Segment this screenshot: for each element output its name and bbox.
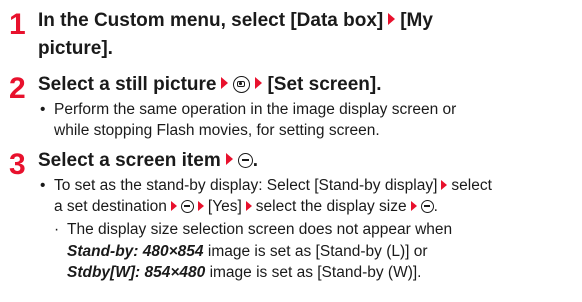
bullet-text: . xyxy=(433,198,438,215)
center-key-icon xyxy=(420,200,434,213)
bullet-mark: • xyxy=(40,101,46,118)
arrow-right-icon xyxy=(197,201,204,211)
center-key-icon xyxy=(237,153,253,168)
arrow-right-icon xyxy=(225,153,233,165)
step-number: 1 xyxy=(9,8,26,41)
bullet-item: • Perform the same operation in the imag… xyxy=(40,99,457,120)
step-title: Select a screen item. xyxy=(38,148,258,173)
bullet-text: select the display size xyxy=(255,198,407,215)
step-title: In the Custom menu, select [Data box] [My xyxy=(38,8,433,33)
sub-bullet-text: image is set as [Stand-by (W)]. xyxy=(205,264,422,281)
sub-bullet-mark: · xyxy=(54,221,60,238)
sub-bullet-text: The display size selection screen does n… xyxy=(67,221,453,238)
step-text: . xyxy=(252,150,258,171)
arrow-right-icon xyxy=(245,201,252,211)
bullet-item-continued: while stopping Flash movies, for setting… xyxy=(54,120,380,141)
sub-bullet-text: image is set as [Stand-by (L)] or xyxy=(203,243,428,260)
arrow-right-icon xyxy=(388,13,396,25)
arrow-right-icon xyxy=(221,77,229,89)
bullet-item-continued: a set destination [Yes] select the display… xyxy=(54,196,438,217)
bullet-text: [Yes] xyxy=(207,198,242,215)
step-text: Select a screen item xyxy=(38,150,221,171)
step-text: [My xyxy=(400,10,433,31)
camera-key-icon xyxy=(233,76,251,93)
bullet-text: while stopping Flash movies, for setting… xyxy=(54,122,380,139)
arrow-right-icon xyxy=(170,201,177,211)
step-text: [Set screen]. xyxy=(267,74,382,95)
sub-bullet-item: · The display size selection screen does… xyxy=(54,219,453,240)
arrow-right-icon xyxy=(410,201,417,211)
bullet-item: • To set as the stand-by display: Select… xyxy=(40,175,492,196)
step-text: Select a still picture xyxy=(38,74,217,95)
bullet-text: select xyxy=(451,177,492,194)
sub-bullet-item-continued: Stand-by: 480×854 image is set as [Stand… xyxy=(67,241,428,262)
sub-bullet-item-continued: Stdby[W]: 854×480 image is set as [Stand… xyxy=(67,262,421,283)
bullet-text: To set as the stand-by display: Select [… xyxy=(54,177,438,194)
image-name: Stand-by: 480×854 xyxy=(67,243,204,260)
bullet-text: Perform the same operation in the image … xyxy=(54,101,457,118)
step-title-continued: picture]. xyxy=(38,38,113,59)
step-text: In the Custom menu, select [Data box] xyxy=(38,10,384,31)
bullet-text: a set destination xyxy=(54,198,167,215)
image-name: Stdby[W]: 854×480 xyxy=(67,264,206,281)
arrow-right-icon xyxy=(255,77,263,89)
arrow-right-icon xyxy=(441,180,448,190)
step-number: 3 xyxy=(9,148,26,181)
center-key-icon xyxy=(180,200,194,213)
step-title: Select a still picture [Set screen]. xyxy=(38,72,382,97)
bullet-mark: • xyxy=(40,177,46,194)
step-number: 2 xyxy=(9,72,26,105)
